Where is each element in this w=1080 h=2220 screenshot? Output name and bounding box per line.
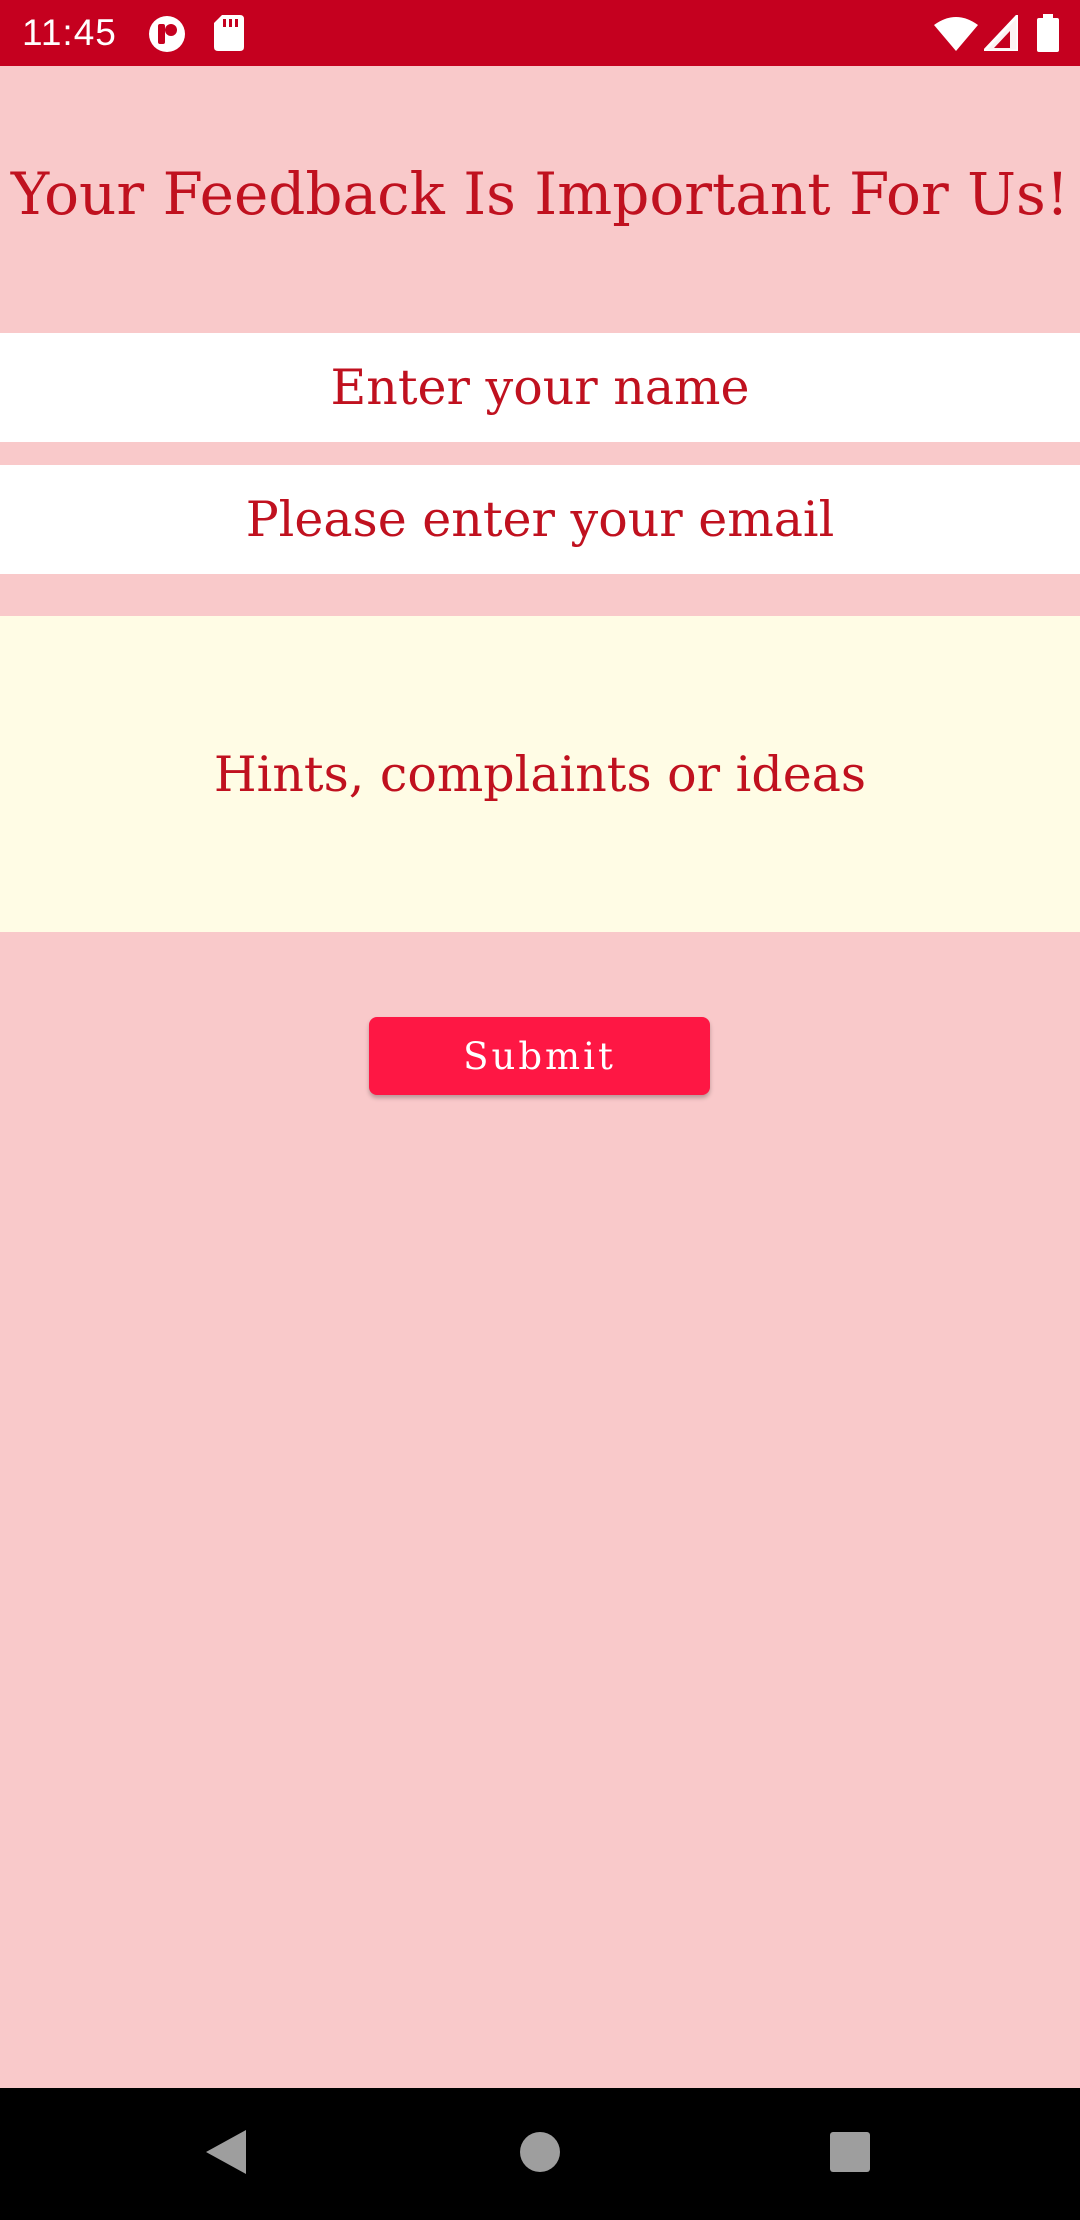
- sd-card-icon: [214, 15, 244, 55]
- app-notification-icon: [148, 15, 186, 57]
- email-input[interactable]: [0, 465, 1080, 574]
- wifi-icon: [934, 17, 978, 55]
- submit-button[interactable]: Submit: [369, 1017, 710, 1095]
- back-icon: [204, 2128, 248, 2180]
- message-input[interactable]: Hints, complaints or ideas: [0, 616, 1080, 932]
- recents-icon: [829, 2131, 871, 2177]
- feedback-screen: Your Feedback Is Important For Us! Hints…: [0, 66, 1080, 2088]
- recents-button[interactable]: [780, 2088, 920, 2220]
- back-button[interactable]: [156, 2088, 296, 2220]
- home-icon: [519, 2131, 561, 2177]
- name-input[interactable]: [0, 333, 1080, 442]
- signal-icon: [980, 11, 1020, 55]
- home-button[interactable]: [470, 2088, 610, 2220]
- battery-icon: [1037, 14, 1059, 56]
- message-placeholder: Hints, complaints or ideas: [213, 745, 867, 803]
- status-time: 11:45: [22, 12, 117, 53]
- page-title: Your Feedback Is Important For Us!: [10, 160, 1070, 228]
- navigation-bar: [0, 2088, 1080, 2220]
- status-bar: 11:45: [0, 0, 1080, 66]
